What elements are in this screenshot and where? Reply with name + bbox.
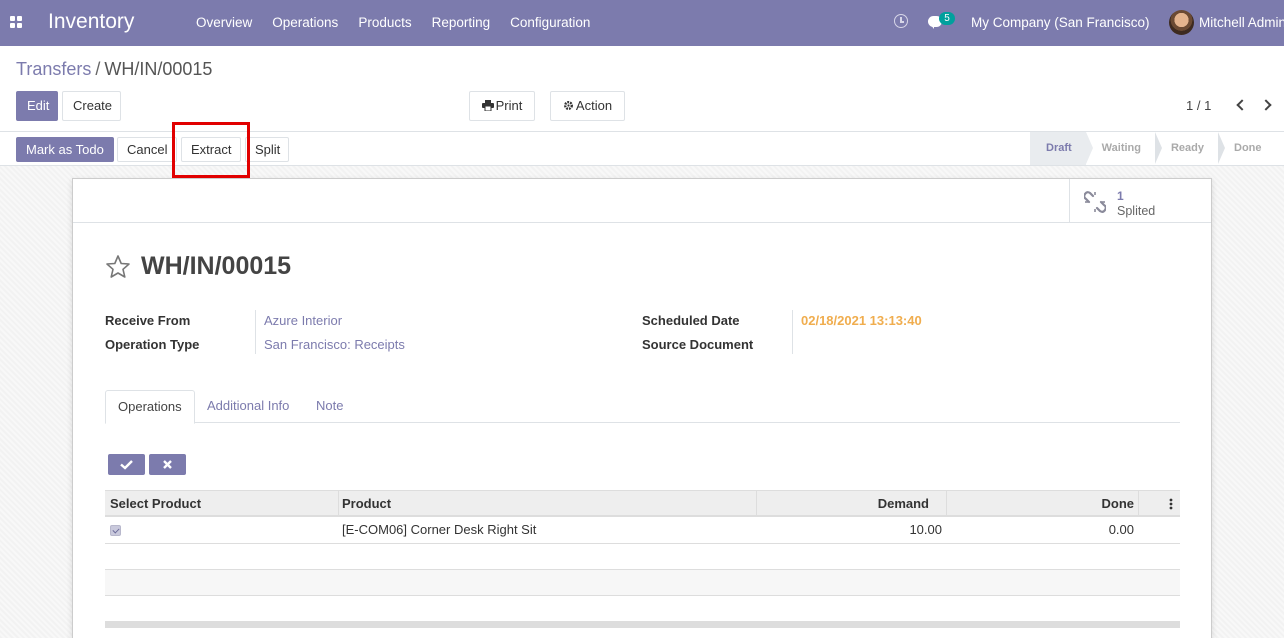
empty-row — [105, 596, 1180, 622]
receive-from-value[interactable]: Azure Interior — [264, 313, 342, 328]
top-navbar: Inventory Overview Operations Products R… — [0, 0, 1284, 46]
app-title[interactable]: Inventory — [48, 10, 134, 34]
operation-type-value[interactable]: San Francisco: Receipts — [264, 337, 405, 352]
stage-draft[interactable]: Draft — [1030, 132, 1093, 165]
breadcrumb: Transfers / WH/IN/00015 — [16, 59, 212, 80]
user-menu[interactable]: Mitchell Admin — [1199, 15, 1284, 30]
tab-additional-info[interactable]: Additional Info — [195, 390, 301, 423]
header-select-product[interactable]: Select Product — [110, 491, 201, 516]
table-row[interactable]: [E-COM06] Corner Desk Right Sit 10.00 0.… — [105, 517, 1180, 544]
stage-done[interactable]: Done — [1218, 132, 1276, 165]
splited-label: Splited — [1117, 204, 1156, 218]
stage-ready[interactable]: Ready — [1155, 132, 1226, 165]
cancel-button[interactable]: Cancel — [117, 137, 177, 162]
cell-demand: 10.00 — [909, 522, 942, 537]
split-button[interactable]: Split — [245, 137, 289, 162]
apps-menu-icon[interactable] — [10, 16, 23, 29]
tab-note[interactable]: Note — [304, 390, 355, 423]
column-separator — [338, 491, 339, 516]
main-menu: Overview Operations Products Reporting C… — [186, 15, 600, 30]
header-product[interactable]: Product — [342, 491, 391, 516]
menu-overview[interactable]: Overview — [186, 15, 262, 30]
field-separator — [792, 310, 793, 354]
action-label: Action — [575, 98, 613, 113]
messages-count-badge: 5 — [939, 12, 955, 25]
stage-waiting[interactable]: Waiting — [1086, 132, 1163, 165]
empty-row — [105, 544, 1180, 570]
select-all-button[interactable] — [108, 454, 145, 475]
pager-value[interactable]: 1 / 1 — [1186, 98, 1211, 113]
cell-product: [E-COM06] Corner Desk Right Sit — [342, 522, 537, 537]
record-title: WH/IN/00015 — [141, 252, 292, 280]
user-avatar[interactable] — [1169, 10, 1194, 35]
form-sheet: 1 Splited WH/IN/00015 Receive From Azure… — [72, 178, 1212, 638]
field-separator — [255, 310, 256, 354]
operation-type-label: Operation Type — [105, 337, 200, 352]
deselect-all-button[interactable] — [149, 454, 186, 475]
menu-configuration[interactable]: Configuration — [500, 15, 600, 30]
notebook-tabs: Operations Additional Info Note — [105, 390, 1180, 424]
receive-from-label: Receive From — [105, 313, 191, 328]
breadcrumb-current: WH/IN/00015 — [104, 59, 213, 79]
scheduled-date-value: 02/18/2021 13:13:40 — [801, 313, 922, 328]
menu-products[interactable]: Products — [348, 15, 421, 30]
star-icon[interactable] — [105, 254, 131, 280]
edit-button[interactable]: Edit — [16, 91, 58, 121]
company-switcher[interactable]: My Company (San Francisco) — [971, 15, 1150, 30]
activity-clock-icon[interactable] — [894, 14, 908, 28]
select-product-checkbox[interactable] — [110, 525, 121, 536]
splited-smart-button[interactable]: 1 Splited — [1069, 179, 1211, 223]
cell-done: 0.00 — [1108, 522, 1134, 537]
table-footer — [105, 622, 1180, 628]
print-button[interactable]: Print — [469, 91, 535, 121]
stage-pipeline: Draft Waiting Ready Done — [1030, 132, 1276, 165]
menu-operations[interactable]: Operations — [262, 15, 348, 30]
printer-icon — [481, 100, 494, 112]
column-separator — [1138, 491, 1139, 516]
smart-button-box: 1 Splited — [73, 179, 1211, 223]
operations-table: Select Product Product Demand Done [E-CO… — [105, 490, 1180, 628]
print-label: Print — [495, 98, 523, 113]
menu-reporting[interactable]: Reporting — [422, 15, 501, 30]
header-done[interactable]: Done — [946, 491, 1135, 516]
chevron-left-icon[interactable] — [1236, 99, 1248, 111]
action-button[interactable]: Action — [550, 91, 625, 121]
breadcrumb-transfers[interactable]: Transfers — [16, 59, 91, 79]
close-icon — [163, 460, 172, 469]
column-options-icon[interactable] — [1169, 498, 1173, 510]
breadcrumb-separator: / — [95, 59, 101, 79]
chevron-right-icon[interactable] — [1260, 99, 1272, 111]
gear-icon — [563, 101, 573, 110]
broken-link-icon — [1084, 191, 1106, 213]
table-header: Select Product Product Demand Done — [105, 490, 1180, 517]
check-icon — [120, 460, 133, 470]
mark-as-todo-button[interactable]: Mark as Todo — [16, 137, 114, 162]
create-button[interactable]: Create — [62, 91, 121, 121]
source-document-label: Source Document — [642, 337, 754, 352]
tab-operations[interactable]: Operations — [105, 390, 195, 424]
extract-highlight-box — [172, 122, 250, 178]
empty-row — [105, 570, 1180, 596]
splited-count: 1 — [1117, 189, 1124, 203]
header-demand[interactable]: Demand — [756, 491, 929, 516]
scheduled-date-label: Scheduled Date — [642, 313, 740, 328]
